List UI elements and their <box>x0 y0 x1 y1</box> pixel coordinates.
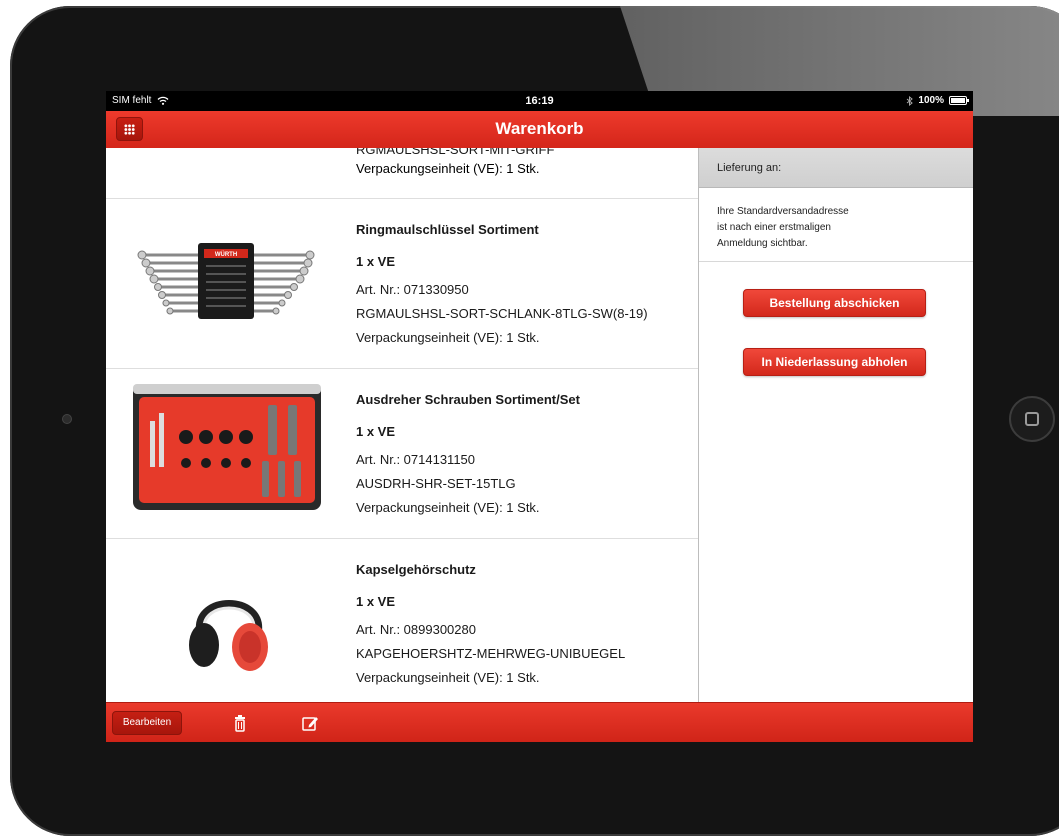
trash-icon[interactable] <box>230 713 250 733</box>
list-item[interactable]: Ausdreher Schrauben Sortiment/Set 1 x VE… <box>106 369 698 539</box>
brand-logo: WÜRTH <box>215 251 237 258</box>
item-code: KAPGEHOERSHTZ-MEHRWEG-UNIBUEGEL <box>356 646 626 661</box>
delivery-header-label: Lieferung an: <box>717 162 782 174</box>
screw-extractor-case-image <box>133 384 321 510</box>
item-quantity: 1 x VE <box>356 254 396 269</box>
app-screen: SIM fehlt 16:19 100% Warenkorb RGMAULSHS… <box>106 91 973 742</box>
list-item[interactable]: Kapselgehörschutz 1 x VE Art. Nr.: 08993… <box>106 539 698 702</box>
item-article-number: Art. Nr.: 0899300280 <box>356 622 476 637</box>
item-article-number: Art. Nr.: 071330950 <box>356 282 469 297</box>
item-packaging-unit: Verpackungseinheit (VE): 1 Stk. <box>356 670 540 685</box>
item-code: RGMAULSHSL-SORT-SCHLANK-8TLG-SW(8-19) <box>356 306 648 321</box>
note-line: ist nach einer erstmaligen <box>717 222 831 233</box>
front-camera <box>62 414 72 424</box>
status-time: 16:19 <box>525 95 554 107</box>
delivery-header: Lieferung an: <box>699 148 973 188</box>
item-code: AUSDRH-SHR-SET-15TLG <box>356 476 516 491</box>
delivery-panel: Lieferung an: Ihre Standardversandadress… <box>698 148 973 702</box>
battery-icon <box>949 96 969 105</box>
page-title: Warenkorb <box>495 119 584 138</box>
bluetooth-icon <box>907 95 914 106</box>
navigation-bar: Warenkorb <box>106 111 973 148</box>
item-article-number: Art. Nr.: 0714131150 <box>356 452 476 467</box>
status-bar: SIM fehlt 16:19 100% <box>106 91 973 111</box>
cart-list[interactable]: RGMAULSHSL-SORT-MIT-GRIFF Verpackungsein… <box>106 148 698 702</box>
item-name: Kapselgehörschutz <box>356 562 476 577</box>
home-square-icon <box>1025 412 1039 426</box>
list-item[interactable]: WÜRTH Ringmaulschlüssel Sortiment 1 x VE… <box>106 199 698 369</box>
item-packaging-unit: Verpackungseinheit (VE): 1 Stk. <box>356 330 540 345</box>
ear-muffs-image <box>189 600 268 671</box>
home-button[interactable] <box>1009 396 1055 442</box>
wrench-set-image: WÜRTH <box>137 243 315 319</box>
submit-order-button[interactable]: Bestellung abschicken <box>743 289 926 317</box>
battery-label: 100% <box>918 95 944 106</box>
item-quantity: 1 x VE <box>356 424 396 439</box>
item-quantity: 1 x VE <box>356 594 396 609</box>
list-item[interactable]: RGMAULSHSL-SORT-MIT-GRIFF Verpackungsein… <box>106 148 698 199</box>
delivery-address-note: Ihre Standardversandadresse ist nach ein… <box>717 204 957 252</box>
item-packaging-unit: Verpackungseinheit (VE): 1 Stk. <box>356 500 540 515</box>
cutoff-item-ve: Verpackungseinheit (VE): 1 Stk. <box>356 161 540 176</box>
compose-icon[interactable] <box>300 713 320 733</box>
note-line: Anmeldung sichtbar. <box>717 238 808 249</box>
item-name: Ringmaulschlüssel Sortiment <box>356 222 539 237</box>
pickup-branch-button[interactable]: In Niederlassung abholen <box>743 348 926 376</box>
note-line: Ihre Standardversandadresse <box>717 206 849 217</box>
edit-button[interactable]: Bearbeiten <box>112 711 182 735</box>
bottom-toolbar: Bearbeiten <box>106 702 973 742</box>
cutoff-item-code: RGMAULSHSL-SORT-MIT-GRIFF <box>356 148 555 157</box>
item-name: Ausdreher Schrauben Sortiment/Set <box>356 392 580 407</box>
divider <box>699 261 973 262</box>
